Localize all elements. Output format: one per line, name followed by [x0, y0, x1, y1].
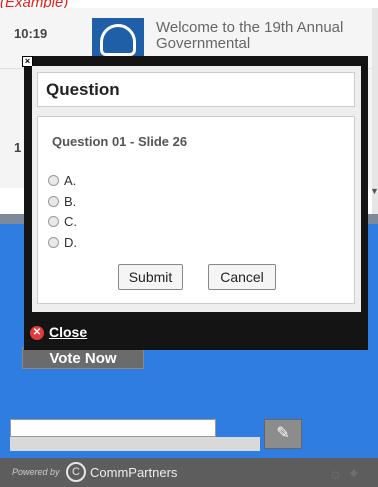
brand-name: CommPartners [90, 465, 178, 480]
option-label: A. [64, 173, 77, 189]
question-label: Question 01 - Slide 26 [52, 134, 188, 149]
modal-title-box: Question [37, 72, 355, 107]
close-label: Close [49, 324, 88, 340]
powered-by-label: Powered by [12, 467, 60, 477]
option-label: C. [64, 214, 77, 230]
paperclip-icon: ✎ [276, 425, 290, 442]
footer: Powered by C CommPartners ☼ ✦ [0, 458, 378, 487]
option-b[interactable]: B. [48, 193, 76, 209]
radio-icon[interactable] [48, 196, 59, 208]
vote-now-button[interactable]: Vote Now [22, 347, 144, 369]
option-d[interactable]: D. [48, 234, 77, 250]
radio-icon[interactable] [48, 175, 59, 187]
option-label: B. [64, 194, 77, 210]
radio-icon[interactable] [48, 237, 59, 249]
chat-input-bar [10, 437, 260, 451]
session-time-2: 1 [14, 140, 22, 155]
option-label: D. [64, 235, 77, 251]
footer-icons: ☼ ✦ [328, 466, 361, 483]
modal-body: Question 01 - Slide 26 A. B. C. D. Submi… [37, 116, 355, 304]
close-link[interactable]: ✕ Close [30, 324, 88, 341]
commpartners-logo-icon: C [66, 462, 86, 482]
submit-button[interactable]: Submit [118, 264, 183, 290]
logo-mark-icon [100, 24, 136, 56]
session-time: 10:19 [14, 26, 48, 41]
chat-input[interactable] [10, 419, 216, 437]
radio-icon[interactable] [48, 216, 59, 228]
attach-button[interactable]: ✎ [264, 419, 302, 449]
session-title: Welcome to the 19th Annual Governmental [156, 19, 344, 52]
close-icon: ✕ [30, 326, 44, 341]
modal-title: Question [46, 80, 120, 99]
cancel-button[interactable]: Cancel [208, 264, 276, 290]
scroll-down-icon[interactable]: ▼ [370, 186, 378, 196]
option-a[interactable]: A. [48, 172, 76, 188]
option-c[interactable]: C. [48, 213, 77, 229]
